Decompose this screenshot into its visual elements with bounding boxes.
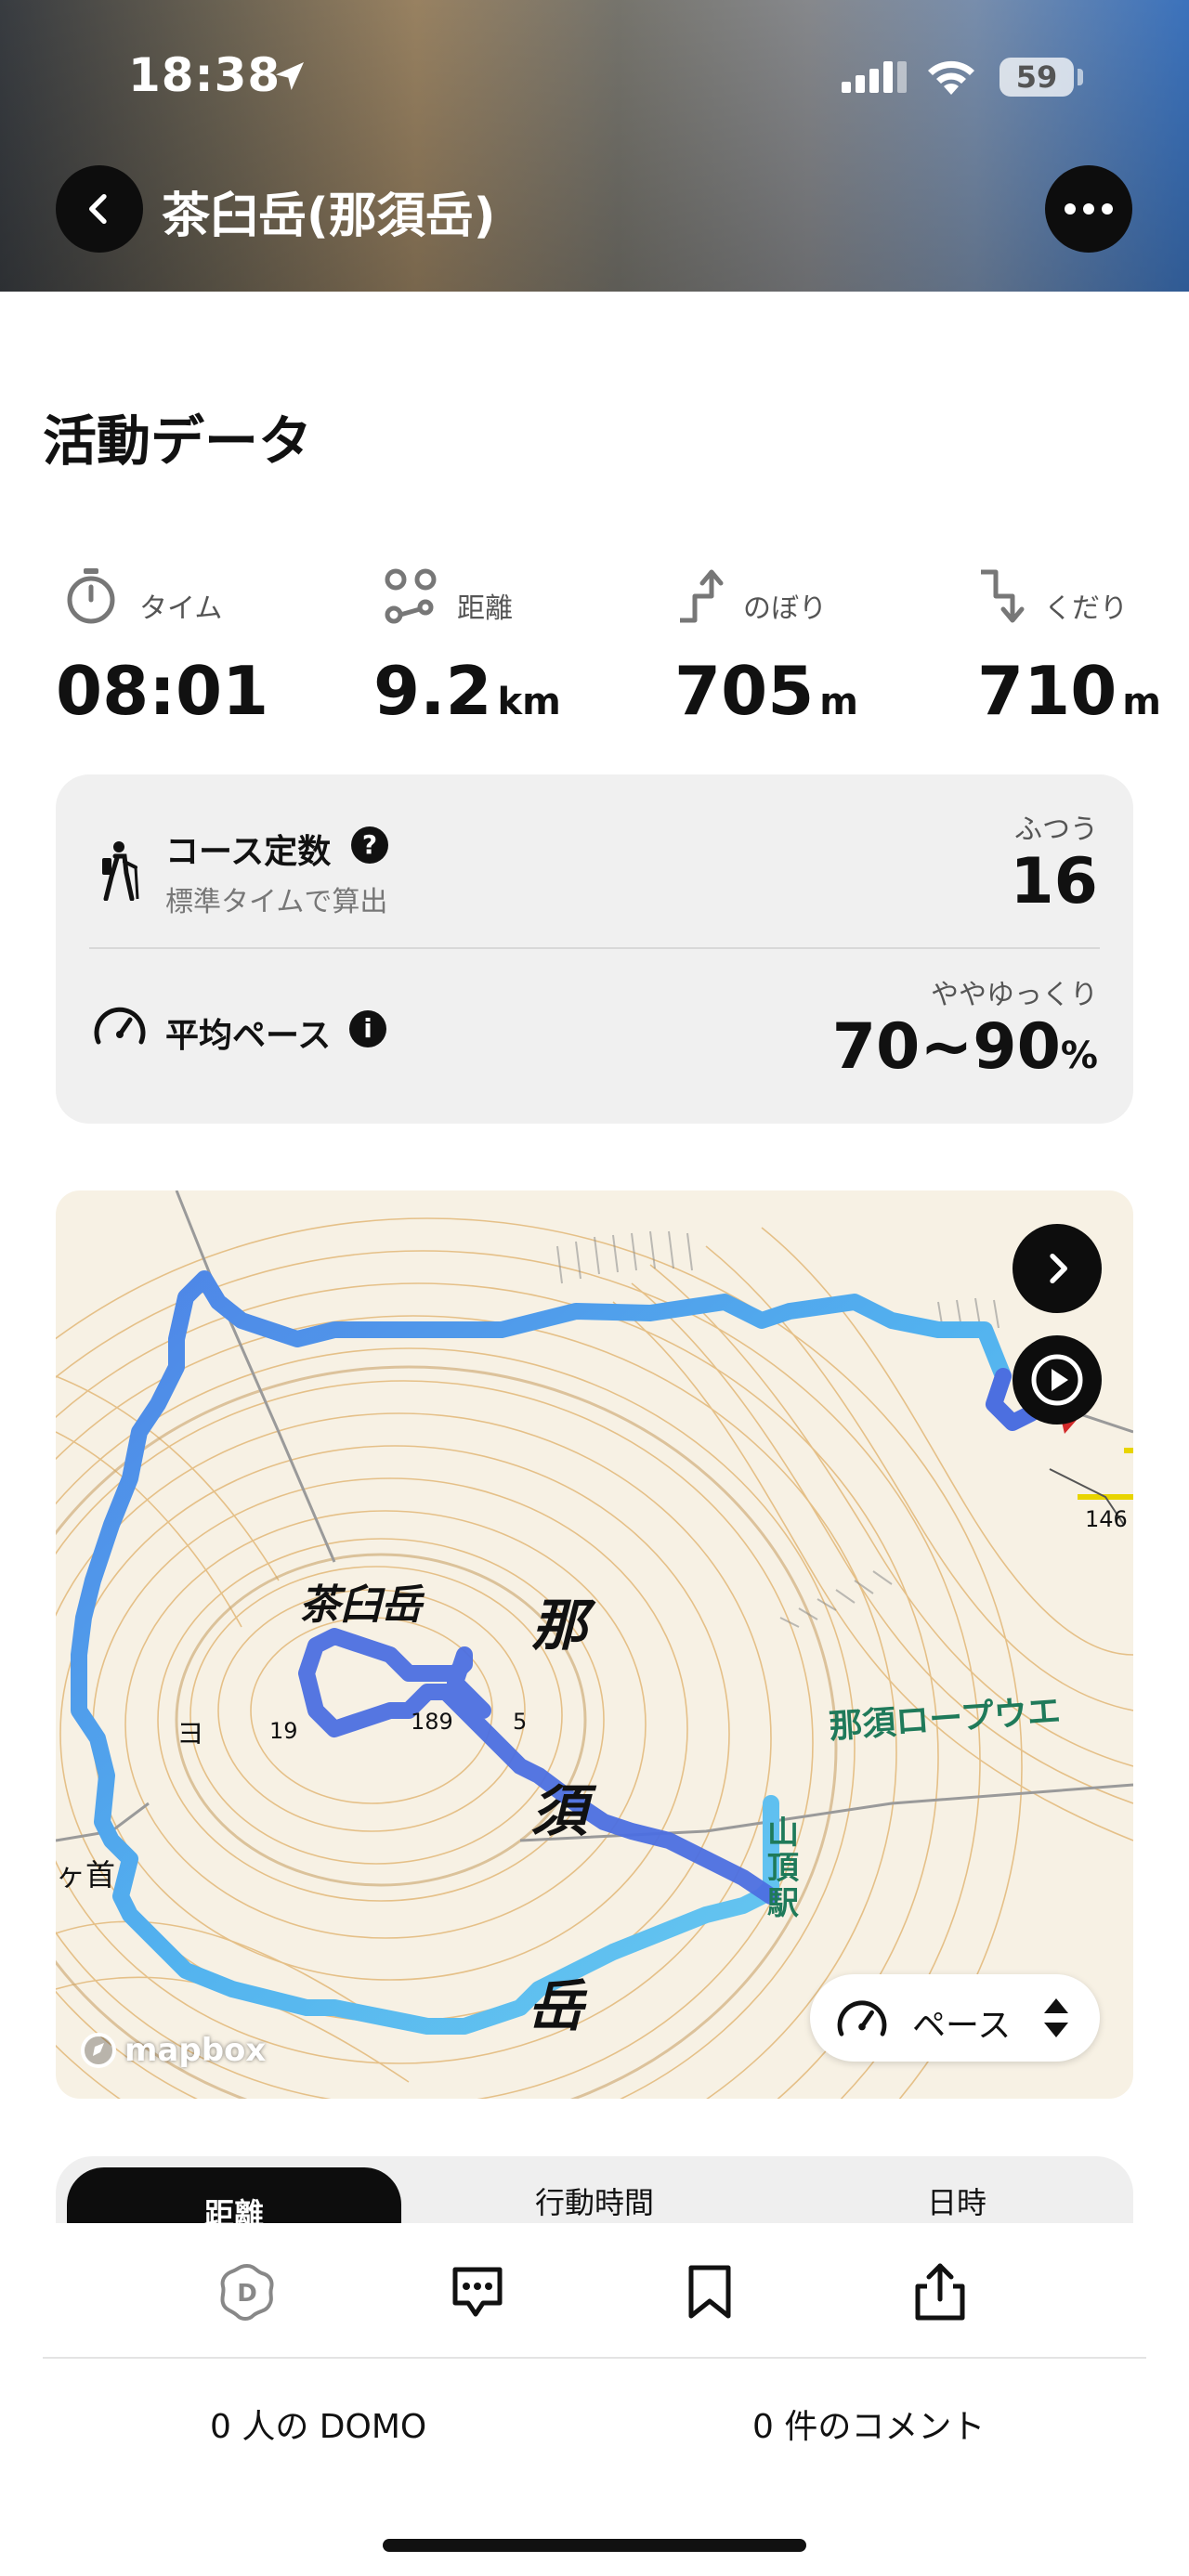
battery-indicator: 59 bbox=[1000, 58, 1074, 97]
course-constant-subtitle: 標準タイムで算出 bbox=[165, 886, 388, 918]
place-label: ヶ首 bbox=[56, 1857, 116, 1893]
location-arrow-icon bbox=[276, 62, 304, 90]
sort-icon bbox=[1044, 1998, 1068, 2037]
topographic-map bbox=[56, 1190, 1133, 2099]
map-play-button[interactable] bbox=[1013, 1335, 1102, 1425]
section-title: 活動データ bbox=[43, 410, 313, 473]
station-label-3: 駅 bbox=[767, 1885, 799, 1922]
bottom-action-bar: D 0 人の DOMO 0 件のコメント bbox=[0, 2223, 1189, 2576]
route-map[interactable]: 茶臼岳 那 須 岳 那須ロープウエ 山 頂 駅 19 189 5 146 ヶ首 … bbox=[56, 1190, 1133, 2099]
hiker-icon bbox=[102, 841, 139, 901]
map-mode-selector[interactable]: ペース bbox=[810, 1974, 1100, 2062]
elevation-label: 5 bbox=[513, 1709, 528, 1735]
elevation-label: 19 bbox=[269, 1718, 298, 1744]
play-icon bbox=[1031, 1354, 1083, 1406]
domo-icon[interactable]: D bbox=[217, 2262, 277, 2322]
stopwatch-icon bbox=[67, 568, 115, 624]
peak-label: 茶臼岳 bbox=[299, 1581, 422, 1629]
bookmark-icon[interactable] bbox=[682, 2262, 738, 2322]
bottom-divider bbox=[43, 2357, 1146, 2359]
map-kanji-3: 岳 bbox=[528, 1974, 583, 2039]
share-icon[interactable] bbox=[910, 2262, 970, 2322]
route-icon bbox=[385, 568, 437, 624]
speedometer-icon bbox=[837, 2000, 887, 2036]
more-options-button[interactable] bbox=[1045, 165, 1132, 253]
comment-count[interactable]: 0 件のコメント bbox=[752, 2400, 985, 2448]
elevation-label: 189 bbox=[411, 1709, 453, 1735]
course-constant-value: 16 bbox=[1010, 845, 1098, 918]
help-icon[interactable]: ? bbox=[351, 826, 388, 864]
average-pace-title: 平均ペース bbox=[165, 1017, 332, 1055]
mapbox-logo-icon bbox=[81, 2033, 116, 2068]
tab-datetime[interactable]: 日時 bbox=[780, 2156, 1133, 2231]
map-next-button[interactable] bbox=[1013, 1224, 1102, 1313]
chevron-right-icon bbox=[1050, 1254, 1067, 1283]
stat-label: のぼり bbox=[743, 592, 827, 625]
comment-icon[interactable] bbox=[448, 2262, 507, 2322]
stat-value: 705 m bbox=[674, 652, 858, 730]
status-time: 18:38 bbox=[128, 48, 281, 102]
map-kanji-1: 那 bbox=[531, 1594, 587, 1659]
card-divider bbox=[89, 947, 1100, 949]
stat-label: 距離 bbox=[457, 592, 513, 625]
graph-tabs: 距離 行動時間 日時 bbox=[56, 2156, 1133, 2231]
info-card: コース定数 ? 標準タイムで算出 ふつう 16 平均ペース i ややゆっくり 7… bbox=[56, 774, 1133, 1124]
page-title: 茶臼岳(那須岳) bbox=[162, 189, 496, 244]
mapbox-attribution[interactable]: mapbox bbox=[80, 2032, 266, 2069]
back-button[interactable] bbox=[56, 165, 143, 253]
wifi-icon bbox=[928, 60, 974, 95]
ellipsis-icon bbox=[1065, 203, 1113, 215]
stat-value: 9.2 km bbox=[373, 652, 561, 730]
domo-count[interactable]: 0 人の DOMO bbox=[210, 2400, 426, 2448]
tab-duration[interactable]: 行動時間 bbox=[418, 2156, 771, 2231]
mapbox-attribution-text: mapbox bbox=[124, 2032, 267, 2069]
chevron-left-icon bbox=[89, 194, 107, 224]
stat-label: くだり bbox=[1044, 592, 1128, 625]
signal-icon bbox=[842, 61, 907, 93]
map-kanji-2: 須 bbox=[531, 1779, 587, 1844]
header: 18:38 59 茶臼岳(那須岳) bbox=[0, 0, 1189, 292]
stat-value: 08:01 bbox=[56, 652, 269, 730]
elevation-label: 146 bbox=[1085, 1506, 1128, 1532]
svg-text:D: D bbox=[237, 2280, 257, 2308]
speedometer-icon bbox=[94, 1007, 146, 1045]
course-constant-title: コース定数 bbox=[165, 833, 332, 871]
tab-distance[interactable]: 距離 bbox=[67, 2167, 401, 2231]
stat-value: 710 m bbox=[977, 652, 1161, 730]
stat-label: タイム bbox=[139, 592, 223, 625]
home-indicator bbox=[383, 2539, 806, 2552]
course-constant-rating: ふつう bbox=[1014, 813, 1098, 846]
place-label: ヨ bbox=[176, 1718, 204, 1750]
map-mode-label: ペース bbox=[912, 2007, 1012, 2045]
info-icon[interactable]: i bbox=[349, 1010, 386, 1047]
average-pace-value: 70~90% bbox=[831, 1010, 1098, 1084]
descent-icon bbox=[981, 569, 1025, 623]
average-pace-rating: ややゆっくり bbox=[931, 979, 1098, 1011]
ascent-icon bbox=[680, 569, 724, 623]
battery-tip bbox=[1078, 69, 1083, 85]
